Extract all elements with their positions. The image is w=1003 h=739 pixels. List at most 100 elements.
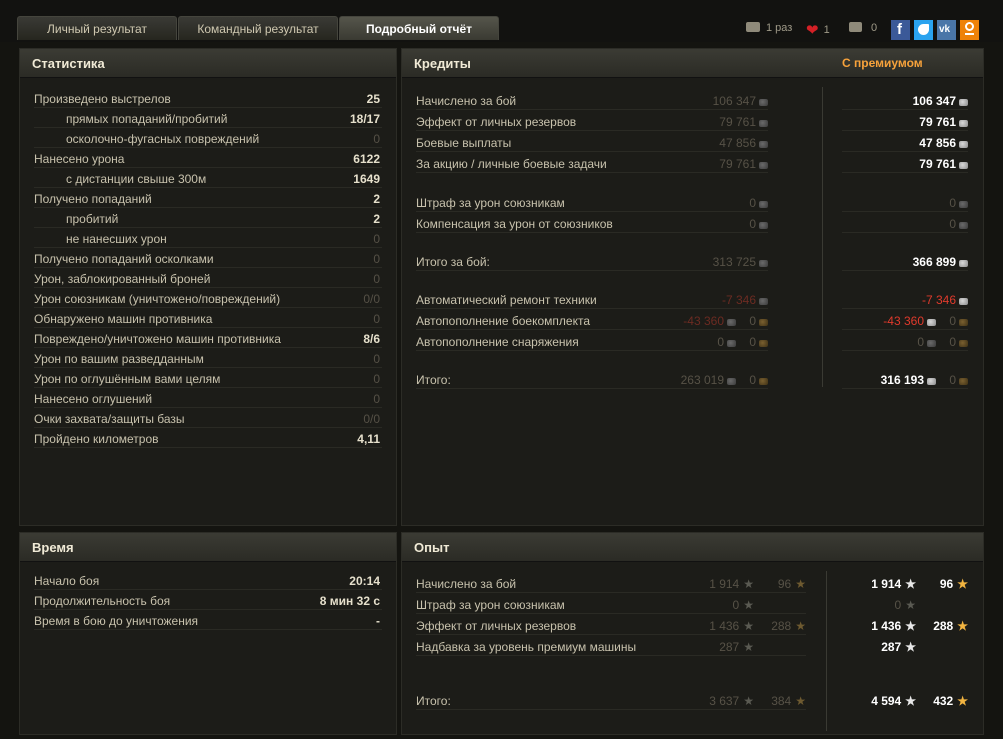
credits-premium-value: 316 193 bbox=[881, 373, 936, 387]
experience-base-free: 288 ★ bbox=[771, 619, 806, 633]
experience-row: Эффект от личных резервов 1 436 ★ 288 ★ bbox=[416, 616, 806, 635]
vk-icon: vk bbox=[939, 24, 951, 35]
silver-coin-icon bbox=[959, 120, 968, 127]
credits-label: Штраф за урон союзникам bbox=[416, 196, 565, 210]
silver-coin-icon bbox=[759, 260, 768, 267]
credits-premium-value: 79 761 bbox=[919, 115, 968, 129]
credits-label: Автоматический ремонт техники bbox=[416, 293, 597, 307]
silver-coin-icon bbox=[959, 201, 968, 208]
experience-base-value: 0 ★ bbox=[733, 598, 754, 612]
credits-premium-row: 47 856 bbox=[842, 133, 968, 152]
silver-coin-icon bbox=[759, 141, 768, 148]
experience-premium-amount: 1 436 bbox=[871, 619, 902, 633]
experience-premium-row: 287 ★ bbox=[842, 637, 968, 656]
free-xp-star-icon: ★ bbox=[795, 694, 806, 708]
silver-coin-icon bbox=[727, 319, 736, 326]
silver-coin-icon bbox=[759, 162, 768, 169]
time-header: Время bbox=[20, 533, 396, 562]
credits-row: Автопополнение боекомплекта -43 360 0 bbox=[416, 311, 768, 330]
credits-base-amount: 79 761 bbox=[719, 115, 756, 129]
credits-header: Кредиты С премиумом bbox=[402, 49, 983, 78]
experience-base-amount: 287 bbox=[719, 640, 740, 654]
stat-label: не нанесших урон bbox=[66, 232, 167, 246]
views-counter: 1 раз bbox=[746, 22, 792, 34]
credits-premium-row: -43 360 0 bbox=[842, 311, 968, 330]
experience-premium-amount: 0 bbox=[894, 598, 902, 612]
experience-row: Начислено за бой 1 914 ★ 96 ★ bbox=[416, 574, 806, 593]
credits-row: Штраф за урон союзникам 0 bbox=[416, 193, 768, 212]
stat-row: Урон по вашим разведданным 0 bbox=[34, 349, 382, 368]
stat-value: 4,11 bbox=[357, 432, 380, 446]
credits-label: Эффект от личных резервов bbox=[416, 115, 577, 129]
experience-base-value: 3 637 ★ bbox=[709, 694, 754, 708]
silver-coin-icon bbox=[959, 222, 968, 229]
experience-base-free-amount: 288 bbox=[771, 619, 792, 633]
stat-label: Урон по оглушённым вами целям bbox=[34, 372, 221, 386]
silver-coin-icon bbox=[959, 260, 968, 267]
experience-premium-amount: 287 bbox=[881, 640, 902, 654]
twitter-share-button[interactable] bbox=[914, 20, 933, 40]
tab-detailed-report[interactable]: Подробный отчёт bbox=[339, 16, 499, 40]
odnoklassniki-share-button[interactable] bbox=[960, 20, 979, 40]
star-icon: ★ bbox=[743, 598, 754, 612]
experience-premium-row: 1 914 ★ 96 ★ bbox=[842, 574, 968, 593]
stat-label: Очки захвата/защиты базы bbox=[34, 412, 185, 426]
experience-base-amount: 1 436 bbox=[709, 619, 740, 633]
credits-premium-value: 0 bbox=[949, 196, 968, 210]
credits-base-value: 79 761 bbox=[719, 115, 768, 129]
credits-base-value: 47 856 bbox=[719, 136, 768, 150]
comments-counter[interactable]: 0 bbox=[849, 22, 877, 34]
statistics-panel: Статистика Произведено выстрелов 25 прямых… bbox=[19, 48, 397, 526]
tab-team-result[interactable]: Командный результат bbox=[178, 16, 338, 40]
credits-row: Итого за бой: 313 725 bbox=[416, 252, 768, 271]
gold-coin-icon bbox=[959, 340, 968, 347]
stat-row: Урон по оглушённым вами целям 0 bbox=[34, 369, 382, 388]
star-icon: ★ bbox=[905, 640, 916, 654]
comment-icon bbox=[849, 22, 862, 32]
silver-coin-icon bbox=[727, 378, 736, 385]
stat-row: с дистанции свыше 300м 1649 bbox=[34, 169, 382, 188]
statistics-header: Статистика bbox=[20, 49, 396, 78]
stat-row: осколочно-фугасных повреждений 0 bbox=[34, 129, 382, 148]
credits-premium-row: 79 761 bbox=[842, 154, 968, 173]
experience-premium-free-amount: 288 bbox=[933, 619, 954, 633]
credits-base-value: 0 bbox=[717, 335, 736, 349]
stat-row: прямых попаданий/пробитий 18/17 bbox=[34, 109, 382, 128]
experience-row: Надбавка за уровень премиум машины 287 ★ bbox=[416, 637, 806, 656]
star-icon: ★ bbox=[905, 694, 916, 708]
experience-label: Надбавка за уровень премиум машины bbox=[416, 640, 637, 654]
experience-premium-row: 1 436 ★ 288 ★ bbox=[842, 616, 968, 635]
silver-coin-icon bbox=[927, 319, 936, 326]
stat-value: 1649 bbox=[353, 172, 380, 186]
stat-label: Повреждено/уничтожено машин противника bbox=[34, 332, 281, 346]
star-icon: ★ bbox=[743, 640, 754, 654]
free-xp-star-icon: ★ bbox=[795, 577, 806, 591]
stat-label: Пройдено километров bbox=[34, 432, 159, 446]
odnoklassniki-legs bbox=[965, 33, 974, 35]
credits-premium-gold-amount: 0 bbox=[949, 335, 956, 349]
experience-premium-value: 287 ★ bbox=[881, 640, 916, 654]
premium-divider bbox=[822, 87, 823, 387]
tab-personal-result[interactable]: Личный результат bbox=[17, 16, 177, 40]
silver-coin-icon bbox=[759, 99, 768, 106]
gold-coin-icon bbox=[759, 340, 768, 347]
credits-row: Эффект от личных резервов 79 761 bbox=[416, 112, 768, 131]
credits-row: Боевые выплаты 47 856 bbox=[416, 133, 768, 152]
vk-share-button[interactable]: vk bbox=[937, 20, 956, 40]
stat-row: Пройдено километров 4,11 bbox=[34, 429, 382, 448]
likes-count: 1 bbox=[823, 24, 830, 36]
credits-label: Начислено за бой bbox=[416, 94, 517, 108]
experience-base-amount: 1 914 bbox=[709, 577, 740, 591]
credits-panel: Кредиты С премиумом Начислено за бой 106 … bbox=[401, 48, 984, 526]
silver-coin-icon bbox=[927, 378, 936, 385]
stat-row: Урон, заблокированный броней 0 bbox=[34, 269, 382, 288]
credits-premium-amount: 0 bbox=[917, 335, 924, 349]
stat-value: 0 bbox=[373, 392, 380, 406]
likes-counter[interactable]: ❤ 1 bbox=[806, 21, 830, 39]
experience-label: Эффект от личных резервов bbox=[416, 619, 577, 633]
facebook-share-button[interactable]: f bbox=[891, 20, 910, 40]
silver-coin-icon bbox=[759, 120, 768, 127]
stat-label: осколочно-фугасных повреждений bbox=[66, 132, 260, 146]
silver-coin-icon bbox=[759, 298, 768, 305]
credits-label: Боевые выплаты bbox=[416, 136, 512, 150]
